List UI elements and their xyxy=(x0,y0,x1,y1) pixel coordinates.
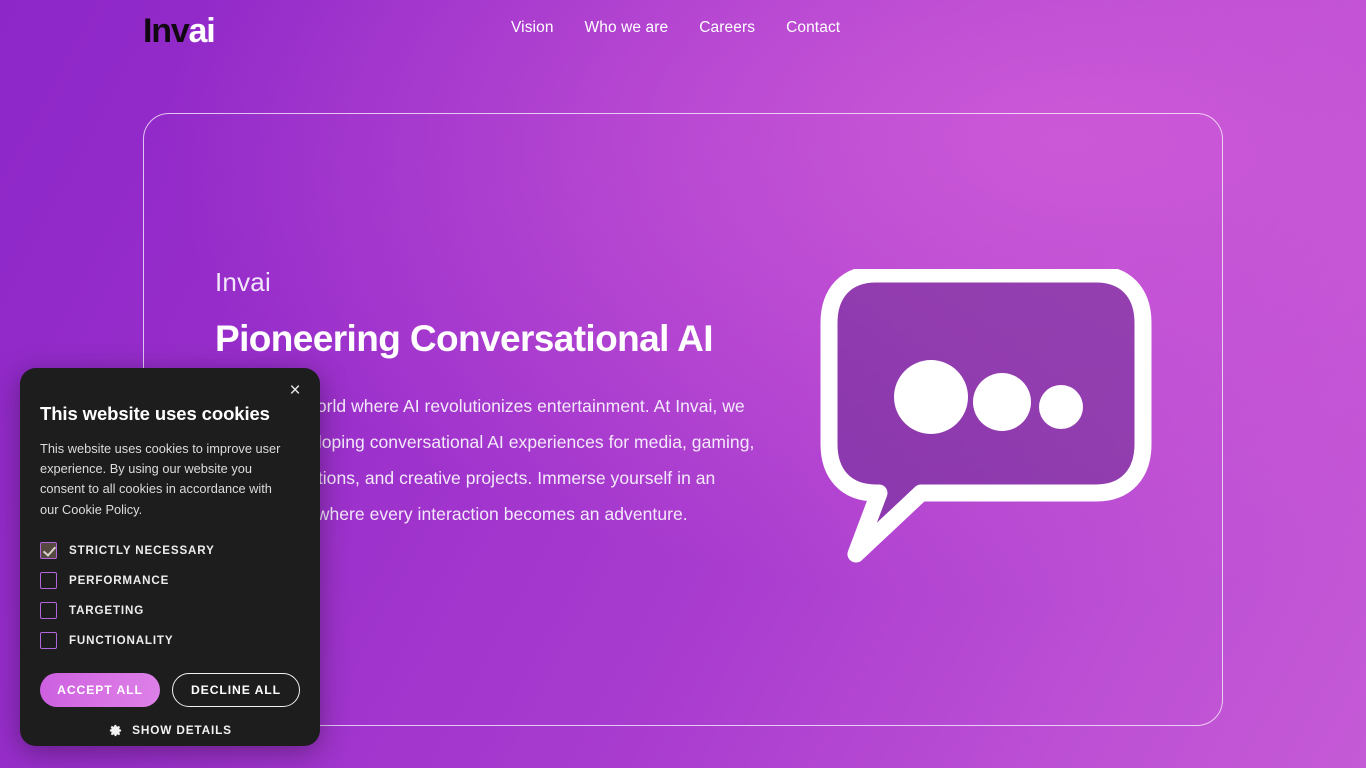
site-header: Invai Vision Who we are Careers Contact xyxy=(0,0,1366,62)
show-details-button[interactable]: Show details xyxy=(40,723,300,738)
cookie-banner-description: This website uses cookies to improve use… xyxy=(40,441,281,517)
main-navigation: Vision Who we are Careers Contact xyxy=(511,19,840,37)
cookie-option-functionality[interactable]: Functionality xyxy=(40,626,300,656)
checkbox-strictly-necessary[interactable] xyxy=(40,542,57,560)
speech-bubble-typing-icon xyxy=(816,269,1156,569)
nav-link-contact[interactable]: Contact xyxy=(786,19,840,37)
hero-title: Pioneering Conversational AI xyxy=(215,318,713,359)
brand-logo[interactable]: Invai xyxy=(143,12,216,50)
cookie-option-label: Strictly Necessary xyxy=(69,544,215,558)
cookie-consent-banner: × This website uses cookies This website… xyxy=(20,368,320,746)
cookie-banner-title: This website uses cookies xyxy=(40,403,270,424)
cookie-option-label: Functionality xyxy=(69,634,174,648)
cookie-option-targeting[interactable]: Targeting xyxy=(40,596,300,626)
cookie-option-strictly-necessary[interactable]: Strictly Necessary xyxy=(40,536,300,566)
logo-text-dark: Inv xyxy=(143,12,190,50)
show-details-label: Show details xyxy=(132,723,232,738)
checkbox-performance[interactable] xyxy=(40,572,57,590)
cookie-options-list: Strictly Necessary Performance Targeting… xyxy=(40,536,300,656)
nav-link-careers[interactable]: Careers xyxy=(699,19,755,37)
decline-all-button[interactable]: Decline all xyxy=(172,672,300,707)
cookie-option-performance[interactable]: Performance xyxy=(40,566,300,596)
nav-link-who-we-are[interactable]: Who we are xyxy=(585,19,669,37)
cookie-option-label: Performance xyxy=(69,574,170,588)
checkbox-functionality[interactable] xyxy=(40,632,57,650)
accept-all-button[interactable]: Accept all xyxy=(40,672,160,707)
hero-eyebrow: Invai xyxy=(215,267,271,297)
cookie-option-label: Targeting xyxy=(69,604,145,618)
cookie-actions: Accept all Decline all xyxy=(40,672,300,707)
close-icon[interactable]: × xyxy=(284,380,306,402)
logo-text-light: ai xyxy=(188,12,216,50)
checkbox-targeting[interactable] xyxy=(40,602,57,620)
gear-icon xyxy=(108,723,123,738)
nav-link-vision[interactable]: Vision xyxy=(511,19,554,37)
